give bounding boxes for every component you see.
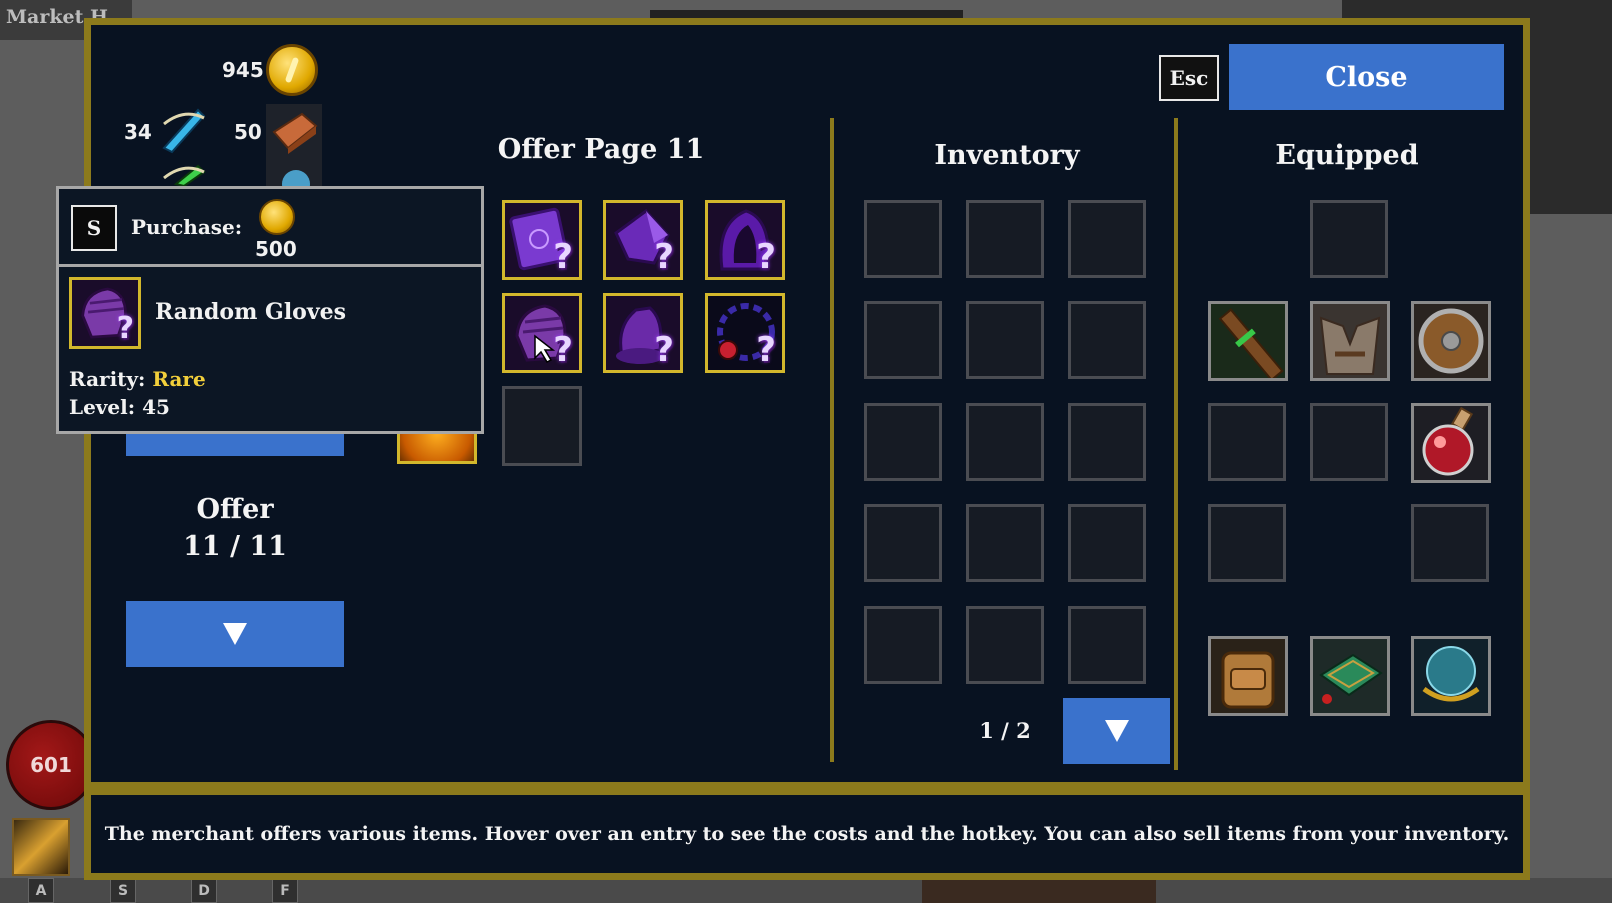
chest-icon <box>1319 653 1383 704</box>
green-crystal-icon <box>154 160 210 186</box>
hotkey-d[interactable]: D <box>191 878 217 903</box>
inventory-slot[interactable] <box>966 301 1044 379</box>
bottom-hud-bar <box>0 878 1612 903</box>
offer-label: Offer <box>196 494 274 525</box>
inventory-slot[interactable] <box>864 403 942 481</box>
inventory-slot[interactable] <box>864 301 942 379</box>
divider-left <box>830 118 834 762</box>
help-footer: The merchant offers various items. Hover… <box>84 788 1530 880</box>
crystal-amount: 34 <box>124 120 152 144</box>
equip-slot-staff[interactable] <box>1208 301 1288 381</box>
inventory-slot[interactable] <box>1068 200 1146 278</box>
unknown-qmark: ? <box>654 237 674 277</box>
equip-slot-empty[interactable] <box>1310 403 1388 481</box>
offer-page-title: Offer Page 11 <box>497 134 705 165</box>
bg-top-strip <box>650 10 963 18</box>
unknown-qmark: ? <box>553 330 573 370</box>
tooltip-rarity: Rarity: Rare <box>69 367 206 391</box>
unknown-qmark: ? <box>116 311 134 346</box>
blue-crystal-icon <box>154 104 210 160</box>
inventory-slot[interactable] <box>966 403 1044 481</box>
tooltip-item-icon: ? <box>69 277 141 349</box>
equip-slot-empty[interactable] <box>1310 200 1388 278</box>
inventory-slot[interactable] <box>966 606 1044 684</box>
equip-slot-potion[interactable] <box>1411 403 1491 483</box>
health-orb: 601 <box>6 720 96 810</box>
gold-coin-icon <box>266 44 318 96</box>
close-button[interactable]: Close <box>1229 44 1504 110</box>
copper-amount: 50 <box>234 120 262 144</box>
divider-right <box>1174 118 1178 770</box>
gold-amount: 945 <box>222 58 264 82</box>
offer-item-tome[interactable]: ? <box>502 200 582 280</box>
offer-item-hood[interactable]: ? <box>705 200 785 280</box>
unknown-qmark: ? <box>756 330 776 370</box>
equip-slot-shield[interactable] <box>1411 301 1491 381</box>
blue-orb-currency-icon <box>266 160 322 186</box>
help-text: The merchant offers various items. Hover… <box>104 823 1510 845</box>
rarity-label: Rarity: <box>69 367 146 391</box>
offer-item-gloves[interactable]: ? <box>502 293 582 373</box>
bottom-hud-brown <box>922 878 1156 903</box>
equip-slot-backpack[interactable] <box>1208 636 1288 716</box>
inventory-page-down-button[interactable] <box>1063 698 1170 764</box>
level-value: 45 <box>142 395 170 419</box>
cloak-icon <box>1319 316 1381 375</box>
inventory-slot[interactable] <box>966 200 1044 278</box>
potion-icon <box>1422 406 1474 476</box>
offer-item-boots[interactable]: ? <box>603 200 683 280</box>
inventory-page-indicator: 1 / 2 <box>979 718 1031 743</box>
equip-slot-chest[interactable] <box>1310 636 1390 716</box>
tooltip-level: Level: 45 <box>69 395 170 419</box>
hotkey-s[interactable]: S <box>110 878 136 903</box>
item-tooltip: S Purchase: 500 ? Random Gloves Rarity: … <box>56 186 484 434</box>
backpack-icon <box>1221 651 1275 709</box>
inventory-slot[interactable] <box>1068 403 1146 481</box>
equip-slot-cloak[interactable] <box>1310 301 1390 381</box>
health-value: 601 <box>30 753 72 777</box>
purchase-price: 500 <box>255 237 297 261</box>
hotkey-a[interactable]: A <box>28 878 54 903</box>
hotkey-f[interactable]: F <box>272 878 298 903</box>
copper-bar-icon <box>266 104 322 160</box>
gold-coin-icon <box>259 199 295 235</box>
equip-slot-empty[interactable] <box>1208 403 1286 481</box>
level-label: Level: <box>69 395 136 419</box>
unknown-qmark: ? <box>756 237 776 277</box>
inventory-slot[interactable] <box>1068 301 1146 379</box>
esc-key-hint[interactable]: Esc <box>1159 55 1219 101</box>
unknown-qmark: ? <box>654 330 674 370</box>
equipped-title: Equipped <box>1275 140 1419 171</box>
down-arrow-icon <box>1104 720 1129 742</box>
inventory-slot[interactable] <box>864 504 942 582</box>
purchase-hotkey: S <box>71 205 117 251</box>
offer-item-amulet[interactable]: ? <box>705 293 785 373</box>
rarity-value: Rare <box>152 367 206 391</box>
purchase-label: Purchase: <box>131 215 243 239</box>
equip-slot-orb[interactable] <box>1411 636 1491 716</box>
inventory-slot[interactable] <box>1068 606 1146 684</box>
ability-slash-icon[interactable] <box>12 818 70 876</box>
equip-slot-empty[interactable] <box>1208 504 1286 582</box>
staff-icon <box>1218 308 1284 378</box>
shield-icon <box>1418 308 1484 374</box>
down-arrow-icon <box>223 623 247 645</box>
equip-slot-empty[interactable] <box>1411 504 1489 582</box>
offer-item-armor[interactable]: ? <box>603 293 683 373</box>
inventory-title: Inventory <box>934 140 1080 171</box>
offer-count: 11 / 11 <box>183 531 287 562</box>
inventory-slot[interactable] <box>1068 504 1146 582</box>
unknown-qmark: ? <box>553 237 573 277</box>
tooltip-purchase-section: S Purchase: 500 <box>59 189 481 267</box>
offer-empty-slot[interactable] <box>502 386 582 466</box>
offer-page-down-button[interactable] <box>126 601 344 667</box>
inventory-slot[interactable] <box>864 606 942 684</box>
inventory-slot[interactable] <box>966 504 1044 582</box>
orb-icon <box>1422 646 1480 702</box>
tooltip-item-name: Random Gloves <box>155 299 347 325</box>
inventory-slot[interactable] <box>864 200 942 278</box>
